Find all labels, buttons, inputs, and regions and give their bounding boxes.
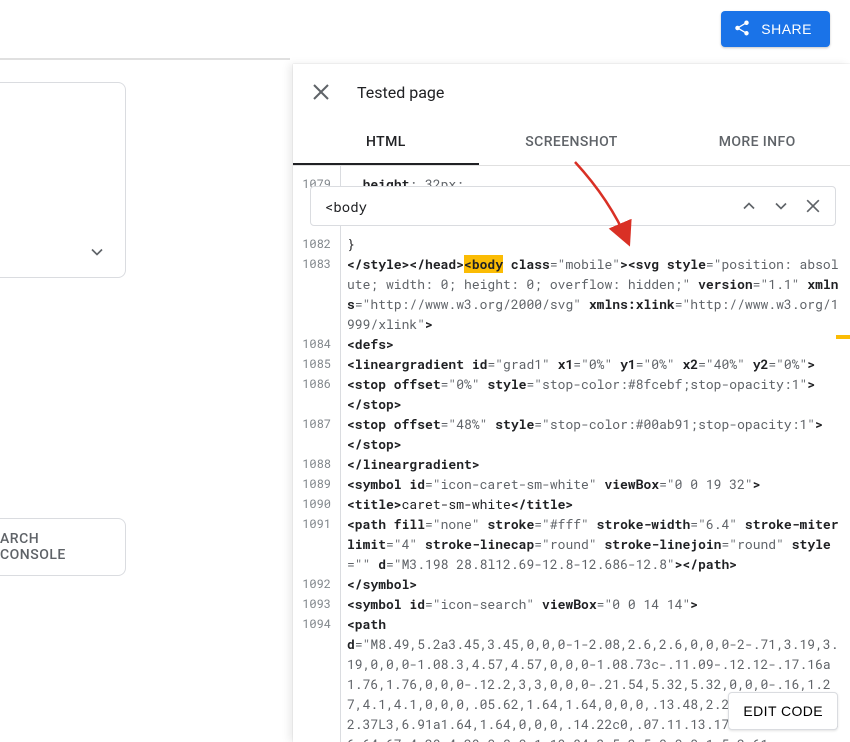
line-number: 1087 — [293, 414, 337, 434]
search-next-icon[interactable] — [769, 194, 793, 218]
code-line: <path fill="none" stroke="#fff" stroke-w… — [347, 514, 840, 574]
tab-bar: HTML SCREENSHOT MORE INFO — [293, 120, 850, 166]
code-line: </style></head><body class="mobile"><svg… — [347, 254, 840, 334]
share-button[interactable]: SHARE — [721, 11, 830, 47]
tested-page-panel: Tested page HTML SCREENSHOT MORE INFO 10… — [293, 64, 850, 742]
line-number: 1085 — [293, 354, 337, 374]
code-line: <title>caret-sm-white</title> — [347, 494, 840, 514]
tab-html[interactable]: HTML — [293, 120, 479, 165]
code-line: </lineargradient> — [347, 454, 840, 474]
line-number: 1082 — [293, 234, 337, 254]
edit-code-button[interactable]: EDIT CODE — [728, 692, 838, 730]
code-line: <defs> — [347, 334, 840, 354]
code-lines[interactable]: 1079 height: 32px; 1082 } 1083 </style><… — [293, 166, 850, 742]
line-number: 1083 — [293, 254, 337, 274]
left-card-1 — [0, 82, 126, 278]
chevron-down-icon[interactable] — [87, 242, 107, 267]
code-line: <symbol id="icon-search" viewBox="0 0 14… — [347, 594, 840, 614]
left-card-console[interactable]: ARCH CONSOLE — [0, 518, 126, 576]
line-number: 1086 — [293, 374, 337, 394]
search-close-icon[interactable] — [801, 194, 825, 218]
code-line: } — [347, 234, 840, 254]
code-search-input[interactable] — [325, 197, 729, 216]
top-divider — [0, 58, 290, 60]
line-number: 1092 — [293, 574, 337, 594]
panel-title: Tested page — [357, 83, 444, 102]
code-line: <symbol id="icon-caret-sm-white" viewBox… — [347, 474, 840, 494]
code-search-bar — [310, 186, 836, 226]
console-label: ARCH CONSOLE — [0, 531, 107, 563]
line-number: 1093 — [293, 594, 337, 614]
search-prev-icon[interactable] — [737, 194, 761, 218]
line-number: 1088 — [293, 454, 337, 474]
code-line: <lineargradient id="grad1" x1="0%" y1="0… — [347, 354, 840, 374]
line-number: 1090 — [293, 494, 337, 514]
line-number: 1089 — [293, 474, 337, 494]
close-icon[interactable] — [309, 80, 333, 104]
share-icon — [733, 19, 751, 40]
code-line: <stop offset="0%" style="stop-color:#8fc… — [347, 374, 840, 414]
code-line: </symbol> — [347, 574, 840, 594]
scrollbar-highlight-marker — [836, 335, 850, 339]
line-number: 1091 — [293, 514, 337, 534]
tab-more-info[interactable]: MORE INFO — [664, 120, 850, 165]
share-label: SHARE — [761, 21, 812, 37]
code-area: 1079 height: 32px; 1082 } 1083 </style><… — [293, 166, 850, 742]
tab-screenshot[interactable]: SCREENSHOT — [479, 120, 665, 165]
code-line: <stop offset="48%" style="stop-color:#00… — [347, 414, 840, 454]
line-number: 1094 — [293, 614, 337, 634]
line-number: 1084 — [293, 334, 337, 354]
